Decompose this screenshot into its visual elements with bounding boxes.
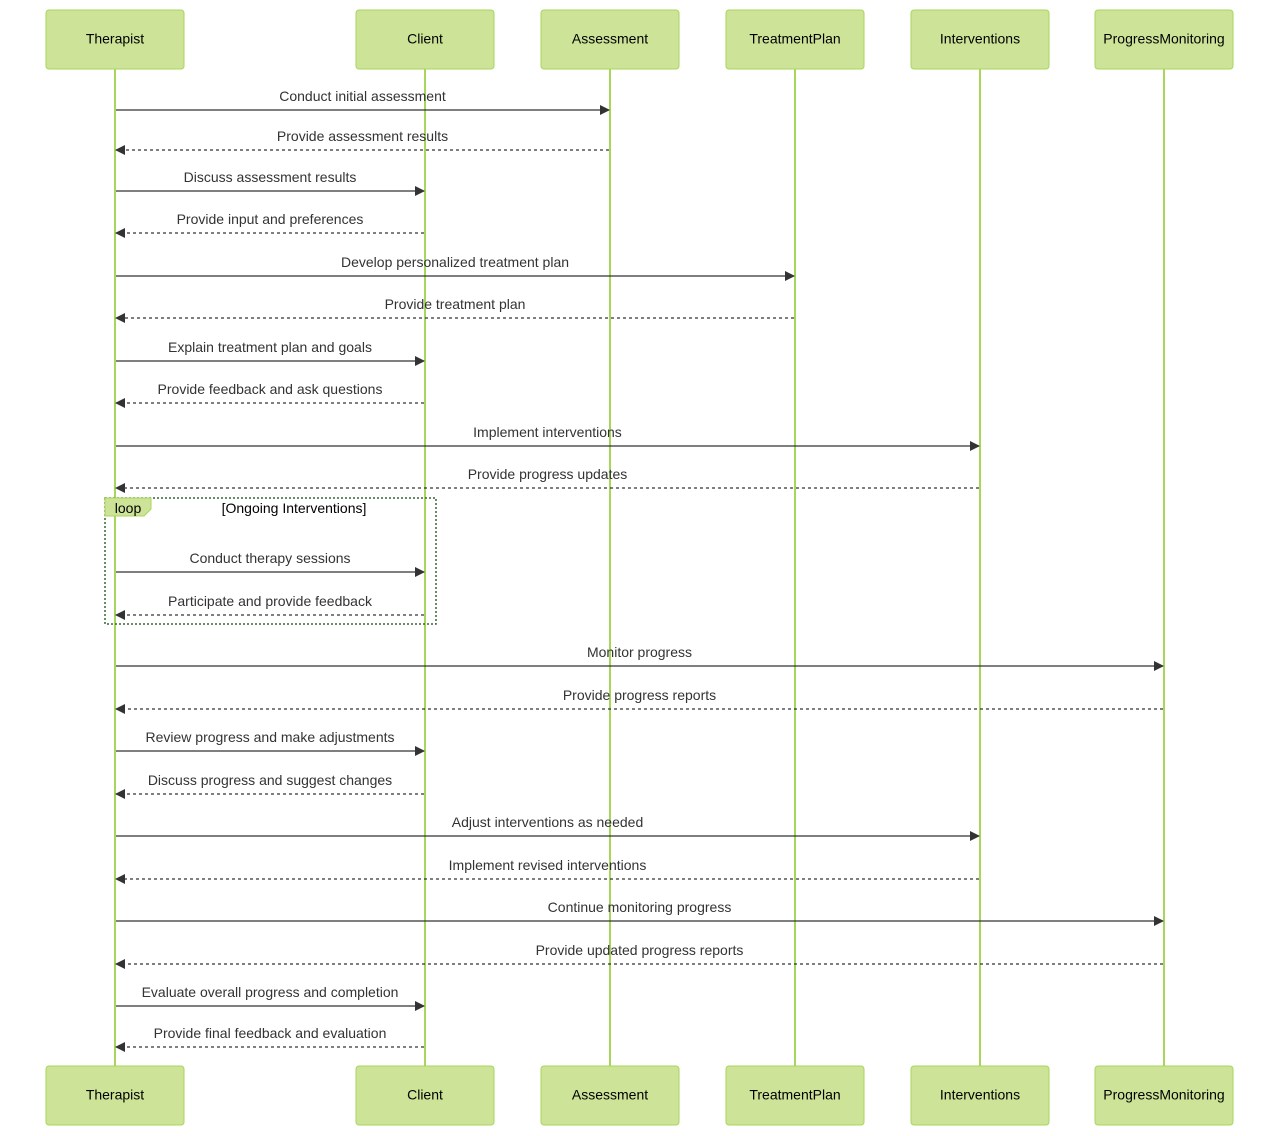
message: Review progress and make adjustments [116, 729, 425, 756]
participant-label: Therapist [86, 1087, 144, 1103]
message: Develop personalized treatment plan [116, 254, 795, 281]
message-label: Discuss assessment results [184, 169, 357, 185]
participant-label: Interventions [940, 31, 1020, 47]
sequence-diagram: loop [Ongoing Interventions] Conduct ini… [45, 9, 1234, 1126]
message-label: Adjust interventions as needed [452, 814, 643, 830]
participant-label: Client [407, 1087, 443, 1103]
message-label: Provide treatment plan [385, 296, 526, 312]
message-label: Explain treatment plan and goals [168, 339, 372, 355]
message-label: Provide progress reports [563, 687, 716, 703]
message: Adjust interventions as needed [116, 814, 980, 841]
participant-bottom-treatmentplan[interactable]: TreatmentPlan [725, 1065, 865, 1126]
participant-bottom-therapist[interactable]: Therapist [45, 1065, 185, 1126]
message: Provide feedback and ask questions [115, 381, 424, 408]
message: Provide progress reports [115, 687, 1163, 714]
loop-condition: [Ongoing Interventions] [222, 500, 367, 516]
message: Provide updated progress reports [115, 942, 1163, 969]
participant-top-interventions[interactable]: Interventions [910, 9, 1050, 70]
participant-label: ProgressMonitoring [1103, 1087, 1224, 1103]
message: Provide input and preferences [115, 211, 424, 238]
loop-label: loop [115, 500, 142, 516]
message-label: Review progress and make adjustments [145, 729, 394, 745]
message: Provide final feedback and evaluation [115, 1025, 424, 1052]
participant-bottom-client[interactable]: Client [355, 1065, 495, 1126]
message-label: Evaluate overall progress and completion [142, 984, 399, 1000]
participant-top-therapist[interactable]: Therapist [45, 9, 185, 70]
message: Provide progress updates [115, 466, 979, 493]
participant-label: Assessment [572, 1087, 648, 1103]
participant-label: Client [407, 31, 443, 47]
message: Implement revised interventions [115, 857, 979, 884]
participant-top-progressmonitoring[interactable]: ProgressMonitoring [1094, 9, 1234, 70]
message: Conduct initial assessment [116, 88, 610, 115]
participant-label: TreatmentPlan [749, 1087, 840, 1103]
participant-bottom-progressmonitoring[interactable]: ProgressMonitoring [1094, 1065, 1234, 1126]
message-label: Conduct initial assessment [279, 88, 446, 104]
participant-label: Assessment [572, 31, 648, 47]
participant-top-client[interactable]: Client [355, 9, 495, 70]
message: Conduct therapy sessions [116, 550, 425, 577]
message-label: Provide feedback and ask questions [158, 381, 383, 397]
message-label: Discuss progress and suggest changes [148, 772, 392, 788]
message: Discuss assessment results [116, 169, 425, 196]
participant-label: Therapist [86, 31, 144, 47]
message-label: Provide updated progress reports [536, 942, 744, 958]
message: Continue monitoring progress [116, 899, 1164, 926]
message: Participate and provide feedback [115, 593, 424, 620]
message-label: Continue monitoring progress [548, 899, 732, 915]
participant-bottom-interventions[interactable]: Interventions [910, 1065, 1050, 1126]
message: Evaluate overall progress and completion [116, 984, 425, 1011]
message-label: Provide assessment results [277, 128, 448, 144]
message-label: Provide input and preferences [177, 211, 364, 227]
message-label: Implement interventions [473, 424, 622, 440]
message: Provide treatment plan [115, 296, 794, 323]
participant-label: TreatmentPlan [749, 31, 840, 47]
message: Monitor progress [116, 644, 1164, 671]
message-label: Provide progress updates [468, 466, 628, 482]
participant-top-assessment[interactable]: Assessment [540, 9, 680, 70]
message-label: Participate and provide feedback [168, 593, 373, 609]
participant-top-treatmentplan[interactable]: TreatmentPlan [725, 9, 865, 70]
participant-label: Interventions [940, 1087, 1020, 1103]
message: Explain treatment plan and goals [116, 339, 425, 366]
message-label: Implement revised interventions [449, 857, 647, 873]
message: Provide assessment results [115, 128, 609, 155]
message: Implement interventions [116, 424, 980, 451]
participant-label: ProgressMonitoring [1103, 31, 1224, 47]
message-label: Conduct therapy sessions [189, 550, 350, 566]
message-label: Provide final feedback and evaluation [154, 1025, 387, 1041]
message-label: Monitor progress [587, 644, 692, 660]
message: Discuss progress and suggest changes [115, 772, 424, 799]
message-label: Develop personalized treatment plan [341, 254, 569, 270]
participant-bottom-assessment[interactable]: Assessment [540, 1065, 680, 1126]
